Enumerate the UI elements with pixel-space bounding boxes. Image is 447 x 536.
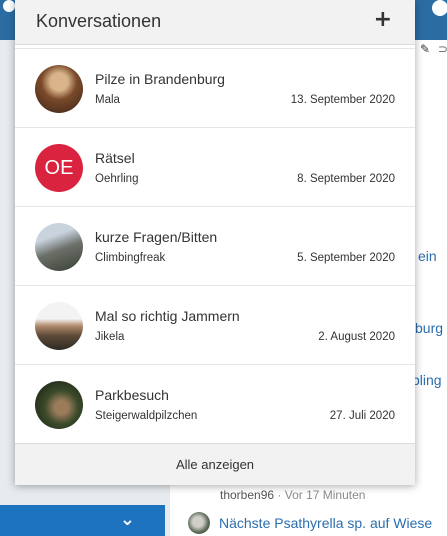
dropdown-header: Konversationen + — [15, 0, 415, 45]
conversation-user: Steigerwaldpilzchen — [95, 410, 198, 422]
edit-icon[interactable]: ✎ — [420, 42, 430, 56]
conversation-item[interactable]: Pilze in Brandenburg Mala 13. September … — [15, 48, 415, 128]
conversation-user: Oehrling — [95, 173, 139, 185]
dropdown-title: Konversationen — [36, 11, 162, 31]
avatar — [35, 65, 83, 113]
avatar — [35, 302, 83, 350]
conversation-title: Parkbesuch — [95, 387, 169, 403]
conversation-date: 2. August 2020 — [318, 331, 395, 343]
post-title-link[interactable]: Nächste Psathyrella sp. auf Wiese — [219, 515, 432, 531]
avatar: OE — [35, 144, 83, 192]
conversation-user: Mala — [95, 94, 120, 106]
conversation-item[interactable]: kurze Fragen/Bitten Climbingfreak 5. Sep… — [15, 207, 415, 286]
post-meta: thorben96 · Vor 17 Minuten — [220, 488, 365, 502]
conversation-item[interactable]: Mal so richtig Jammern Jikela 2. August … — [15, 286, 415, 365]
sidebar-toggle-bar[interactable]: ⌄ — [0, 505, 165, 536]
background-link-fragment[interactable]: ein — [418, 248, 437, 264]
avatar — [35, 381, 83, 429]
conversations-dropdown: Konversationen + Pilze in Brandenburg Ma… — [15, 0, 415, 485]
conversation-title: kurze Fragen/Bitten — [95, 229, 218, 245]
conversation-item[interactable]: Parkbesuch Steigerwaldpilzchen 27. Juli … — [15, 365, 415, 444]
rss-icon[interactable]: ⊃ — [438, 42, 447, 56]
conversation-title: Rätsel — [95, 150, 135, 166]
conversation-date: 13. September 2020 — [290, 94, 395, 106]
background-link-fragment[interactable]: burg — [415, 320, 443, 336]
conversation-date: 27. Juli 2020 — [329, 410, 395, 422]
conversation-title: Pilze in Brandenburg — [95, 71, 225, 87]
user-menu-icon[interactable] — [432, 0, 447, 16]
post-thumbnail[interactable] — [188, 512, 210, 534]
conversation-user: Climbingfreak — [95, 252, 166, 264]
conversation-user: Jikela — [95, 331, 125, 343]
conversation-title: Mal so richtig Jammern — [95, 308, 240, 324]
post-time: · Vor 17 Minuten — [277, 488, 366, 502]
show-all-button[interactable]: Alle anzeigen — [15, 443, 415, 485]
conversation-date: 5. September 2020 — [297, 252, 395, 264]
plus-icon[interactable]: + — [374, 8, 392, 32]
chevron-down-icon[interactable]: ⌄ — [120, 509, 135, 530]
avatar-initials: OE — [44, 156, 74, 179]
post-author[interactable]: thorben96 — [220, 488, 274, 502]
conversation-date: 8. September 2020 — [297, 173, 395, 185]
logo-icon[interactable] — [3, 0, 15, 12]
conversation-list: Pilze in Brandenburg Mala 13. September … — [15, 48, 415, 444]
avatar — [35, 223, 83, 271]
background-link-fragment[interactable]: bling — [412, 372, 442, 388]
toolbar-icons: ✎ ⊃ — [420, 42, 447, 56]
conversation-item[interactable]: OE Rätsel Oehrling 8. September 2020 — [15, 128, 415, 207]
